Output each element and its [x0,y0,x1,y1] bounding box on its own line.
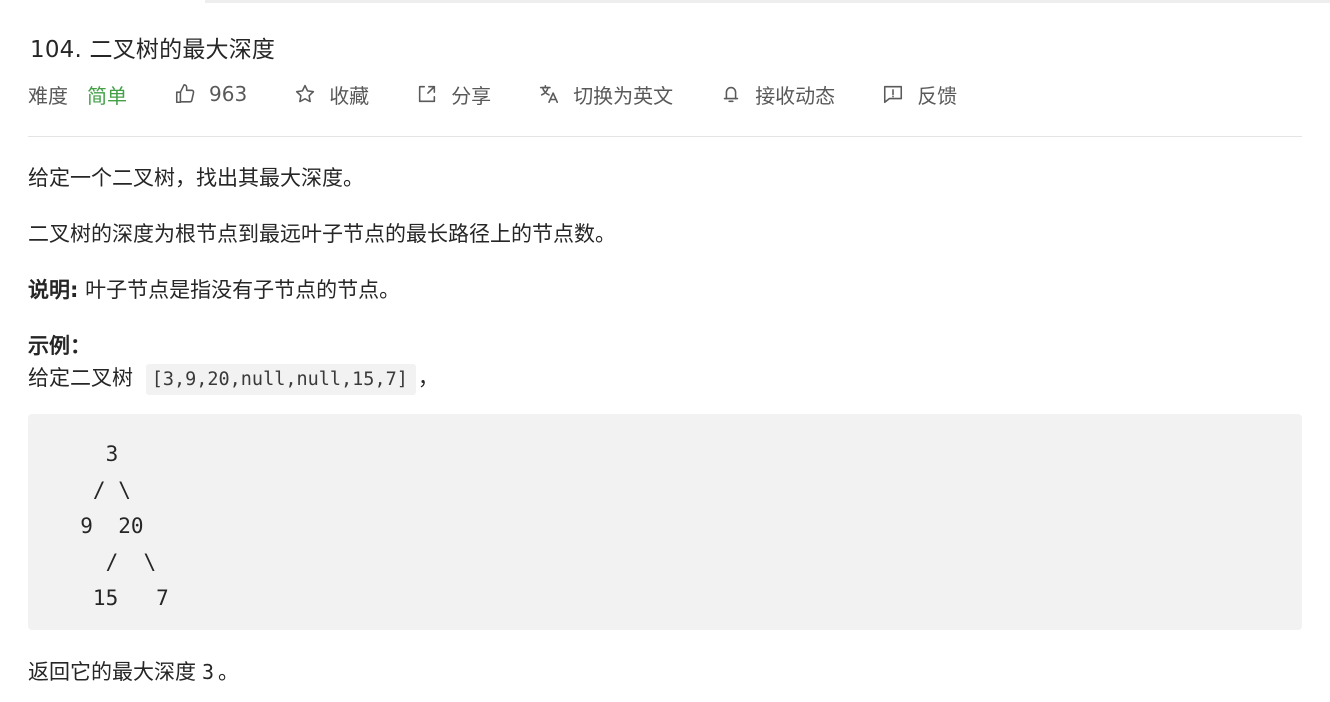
feedback-button[interactable]: 反馈 [881,80,957,109]
description-paragraph-2: 二叉树的深度为根节点到最远叶子节点的最长路径上的节点数。 [28,222,616,246]
feedback-icon [881,82,905,106]
share-label: 分享 [451,83,492,108]
example-input-code: [3,9,20,null,null,15,7] [145,364,416,395]
return-paragraph: 返回它的最大深度 3。 [28,656,239,686]
feedback-label: 反馈 [917,83,958,108]
star-icon [293,82,317,106]
top-scroll-strip [205,0,1330,3]
difficulty-label: 难度 [28,83,68,108]
share-icon [415,82,439,106]
example-heading: 示例： [28,334,91,358]
tree-code-block: 3 / \ 9 20 / \ 15 7 [28,414,1302,630]
note-text: 叶子节点是指没有子节点的节点。 [78,278,401,302]
subscribe-button[interactable]: 接收动态 [719,80,835,109]
thumbs-up-icon [173,82,197,106]
return-prefix: 返回它的最大深度 [28,660,196,684]
tree-diagram: 3 / \ 9 20 / \ 15 7 [80,442,169,610]
note-paragraph: 说明: 叶子节点是指没有子节点的节点。 [28,274,400,304]
example-suffix: ， [417,366,439,390]
difficulty-value: 简单 [87,83,127,108]
like-count: 963 [209,82,248,106]
note-label: 说明: [28,278,79,302]
switch-language-label: 切换为英文 [573,83,674,108]
subscribe-label: 接收动态 [755,83,836,108]
example-prefix: 给定二叉树 [28,366,140,390]
switch-language-button[interactable]: 切换为英文 [537,80,673,109]
favorite-label: 收藏 [329,83,370,108]
translate-icon [537,82,561,106]
example-line: 给定二叉树 [3,9,20,null,null,15,7]， [28,362,439,395]
share-button[interactable]: 分享 [415,80,491,109]
description-paragraph-1: 给定一个二叉树，找出其最大深度。 [28,166,364,190]
return-value: 3 [202,660,215,684]
problem-meta-bar: 难度 简单 963 收藏 分享 切换为英文 接收动态 反馈 [28,78,1003,110]
favorite-button[interactable]: 收藏 [293,80,369,109]
problem-title: 104. 二叉树的最大深度 [30,37,276,63]
like-button[interactable]: 963 [173,82,247,106]
bell-icon [719,82,743,106]
return-suffix: 。 [218,660,240,684]
header-divider [28,136,1302,137]
